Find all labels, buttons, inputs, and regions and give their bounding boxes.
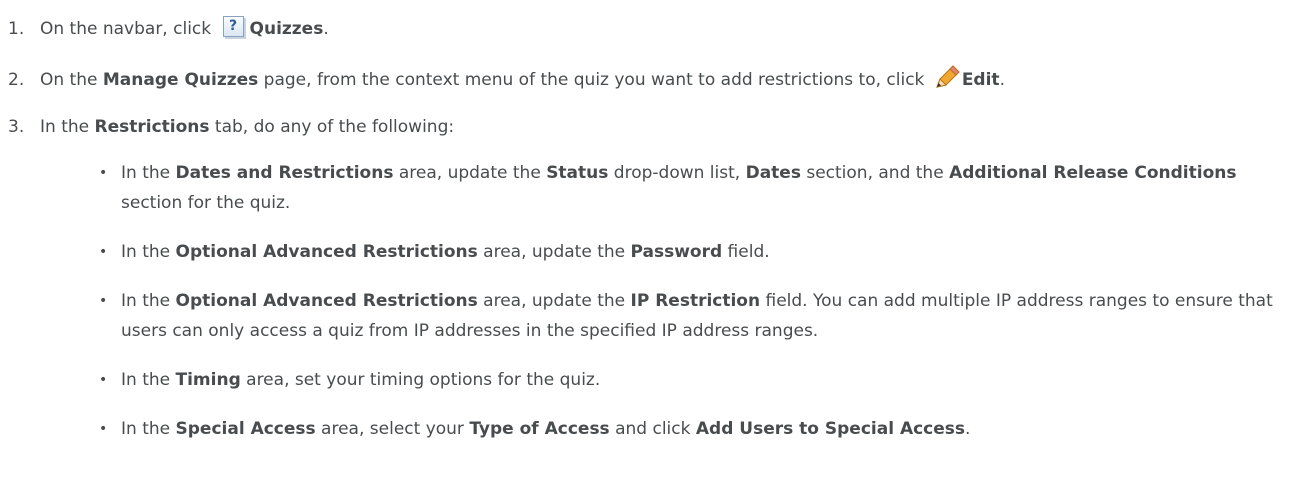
item-text: area, update the xyxy=(477,242,631,262)
step-text: tab, do any of the following: xyxy=(209,117,455,137)
step-3: 3. In the Restrictions tab, do any of the… xyxy=(8,114,454,140)
item-text: In the xyxy=(121,419,176,439)
list-item: • In the Optional Advanced Restrictions … xyxy=(99,286,1281,346)
item-text: area, set your timing options for the qu… xyxy=(240,370,601,390)
timing-label: Timing xyxy=(175,370,241,390)
item-text: area, update the xyxy=(393,163,547,183)
quizzes-label: Quizzes xyxy=(249,19,324,39)
item-text: section for the quiz. xyxy=(121,193,291,213)
restrictions-label: Restrictions xyxy=(94,117,210,137)
status-label: Status xyxy=(546,163,609,183)
dates-and-restrictions-label: Dates and Restrictions xyxy=(175,163,394,183)
bullet-icon: • xyxy=(99,421,108,437)
ip-restriction-label: IP Restriction xyxy=(630,291,761,311)
manage-quizzes-label: Manage Quizzes xyxy=(102,70,259,90)
step-text: On the xyxy=(40,70,103,90)
list-item: • In the Timing area, set your timing op… xyxy=(99,365,1281,395)
item-text: area, select your xyxy=(315,419,470,439)
bullet-icon: • xyxy=(99,372,108,388)
quiz-icon: ? xyxy=(222,16,244,37)
bullet-icon: • xyxy=(99,244,108,260)
add-users-to-special-access-label: Add Users to Special Access xyxy=(695,419,966,439)
step-2: 2. On the Manage Quizzes page, from the c… xyxy=(8,65,1005,93)
item-text: area, update the xyxy=(477,291,631,311)
item-text: field. xyxy=(722,242,770,262)
step-text: On the navbar, click xyxy=(40,19,217,39)
item-text: In the xyxy=(121,242,176,262)
list-item: • In the Dates and Restrictions area, up… xyxy=(99,158,1281,218)
step-1: 1. On the navbar, click ? Quizzes. xyxy=(8,16,329,42)
item-text: In the xyxy=(121,291,176,311)
pencil-edit-icon xyxy=(936,65,960,88)
instructions-document: 1. On the navbar, click ? Quizzes. 2. On th… xyxy=(0,0,1315,504)
bullet-icon: • xyxy=(99,293,108,309)
step-text-end: . xyxy=(323,19,329,39)
optional-advanced-restrictions-label: Optional Advanced Restrictions xyxy=(175,291,478,311)
optional-advanced-restrictions-label: Optional Advanced Restrictions xyxy=(175,242,478,262)
item-text: . xyxy=(965,419,971,439)
item-text: section, and the xyxy=(800,163,950,183)
edit-label: Edit xyxy=(961,70,1000,90)
list-item: • In the Optional Advanced Restrictions … xyxy=(99,237,1281,267)
step-number: 1. xyxy=(8,19,25,39)
step-text: page, from the context menu of the quiz … xyxy=(258,70,930,90)
step-text: In the xyxy=(40,117,95,137)
step-number: 3. xyxy=(8,117,25,137)
item-text: and click xyxy=(609,419,696,439)
special-access-label: Special Access xyxy=(175,419,316,439)
additional-release-conditions-label: Additional Release Conditions xyxy=(949,163,1237,183)
item-text: In the xyxy=(121,370,176,390)
dates-label: Dates xyxy=(745,163,801,183)
item-text: In the xyxy=(121,163,176,183)
list-item: • In the Special Access area, select you… xyxy=(99,414,1281,444)
step-text-end: . xyxy=(999,70,1005,90)
item-text: drop-down list, xyxy=(608,163,746,183)
step-number: 2. xyxy=(8,70,25,90)
type-of-access-label: Type of Access xyxy=(469,419,610,439)
password-label: Password xyxy=(630,242,723,262)
bullet-icon: • xyxy=(99,165,108,181)
